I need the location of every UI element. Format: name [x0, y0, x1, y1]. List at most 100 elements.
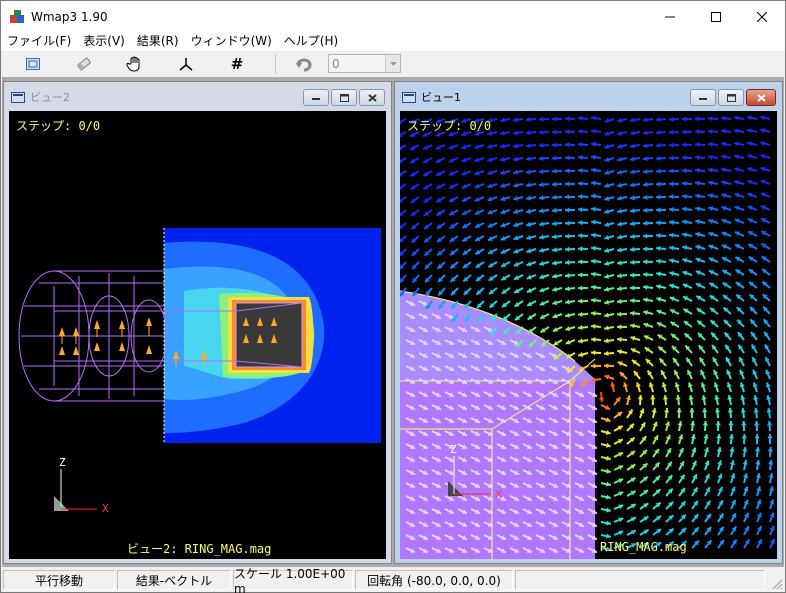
close-button[interactable]: [739, 1, 785, 32]
field-vector-head: [617, 311, 622, 317]
field-vector-head: [617, 324, 622, 330]
field-vector-head: [727, 408, 733, 413]
status-mode: 平行移動: [3, 570, 115, 590]
resize-grip-icon[interactable]: [771, 578, 783, 590]
field-vector-head: [689, 408, 695, 413]
field-vector-head: [598, 397, 605, 402]
axes-button[interactable]: [168, 53, 204, 75]
field-vector-head: [565, 142, 570, 148]
view1-caption: RING_MAG.mag: [600, 540, 687, 554]
menu-file[interactable]: ファイル(F): [1, 32, 77, 51]
eraser-button[interactable]: [66, 53, 102, 75]
field-vector-head: [565, 246, 570, 252]
field-vector-head: [591, 336, 596, 343]
field-vector-head: [682, 142, 687, 148]
field-vector-head: [591, 323, 596, 330]
field-vector-head: [578, 285, 583, 291]
view2-restore-button[interactable]: [331, 89, 357, 106]
maximize-button[interactable]: [693, 1, 739, 32]
menu-result[interactable]: 結果(R): [131, 32, 185, 51]
field-vector-head: [669, 207, 674, 213]
field-vector-head: [721, 115, 726, 121]
field-vector-head: [682, 129, 687, 135]
field-vector-head: [539, 116, 544, 122]
field-vector-head: [637, 395, 643, 400]
restore-icon: [726, 93, 736, 102]
status-scale: スケール 1.00E+00 m: [233, 567, 353, 593]
field-vector-head: [565, 259, 570, 265]
field-vector-head: [656, 245, 661, 252]
status-rotation: 回転角 (-80.0, 0.0, 0.0): [355, 570, 513, 590]
field-vector-head: [591, 363, 596, 369]
field-vector-head: [630, 310, 635, 316]
field-vector-head: [630, 298, 635, 304]
view2-window[interactable]: ビュー2 ステップ: 0/0 Z X ビュー2: RING_MAG.mag: [3, 81, 392, 564]
field-vector-head: [754, 434, 760, 439]
status-result: 結果-ベクトル: [117, 570, 231, 590]
field-vector-head: [578, 141, 583, 148]
field-vector-head: [630, 246, 635, 252]
chevron-down-icon[interactable]: [385, 55, 400, 72]
field-vector-head: [643, 233, 648, 239]
field-vector-head: [682, 180, 687, 187]
field-vector-head: [578, 311, 583, 317]
view1-window[interactable]: ビュー1 ステップ: 0/0 Z X RING_MAG.mag: [394, 81, 783, 564]
frame-button[interactable]: [15, 53, 51, 75]
field-vector-head: [682, 193, 687, 199]
menu-help[interactable]: ヘルプ(H): [278, 32, 344, 51]
field-vector-head: [676, 408, 682, 413]
title-bar[interactable]: Wmap3 1.90: [1, 1, 785, 32]
view-window-icon: [402, 91, 416, 103]
rotate-button[interactable]: [286, 53, 322, 75]
field-vector-head: [728, 434, 735, 439]
field-vector-head: [565, 194, 570, 200]
field-vector-head: [695, 167, 700, 173]
field-vector-head: [552, 181, 557, 187]
view2-minimize-button[interactable]: [303, 89, 329, 106]
minimize-icon: [699, 97, 707, 100]
field-vector-head: [702, 421, 708, 426]
view2-close-button[interactable]: [359, 89, 385, 106]
view-window-icon: [11, 91, 25, 103]
field-vector-head: [591, 297, 596, 303]
rotate-icon: [296, 58, 312, 71]
view1-minimize-button[interactable]: [690, 89, 716, 106]
grid-hash-icon: #: [230, 54, 244, 73]
view1-close-button[interactable]: [746, 89, 776, 106]
field-vector-head: [656, 142, 661, 148]
view1-viewport[interactable]: ステップ: 0/0 Z X RING_MAG.mag: [400, 111, 777, 559]
field-vector-head: [669, 116, 674, 122]
field-vector-head: [539, 195, 544, 201]
field-vector-head: [578, 194, 583, 200]
field-vector-head: [669, 129, 674, 135]
toolbar-separator: [275, 53, 276, 74]
pan-button[interactable]: [117, 53, 153, 75]
field-vector-head: [552, 207, 557, 214]
field-vector-head: [578, 167, 583, 174]
field-vector-head: [682, 168, 687, 174]
field-vector-head: [565, 272, 570, 279]
field-vector-head: [526, 130, 531, 136]
minimize-button[interactable]: [647, 1, 693, 32]
field-vector-head: [630, 208, 635, 214]
field-vector-head: [669, 219, 674, 225]
view2-titlebar[interactable]: ビュー2: [8, 86, 387, 108]
field-vector-head: [565, 233, 570, 239]
menu-view[interactable]: 表示(V): [77, 32, 131, 51]
field-vector-head: [643, 246, 648, 252]
field-vector-head: [643, 143, 648, 149]
field-vector-head: [539, 155, 544, 162]
field-vector-head: [578, 325, 583, 331]
field-vector-head: [526, 116, 531, 123]
view2-viewport[interactable]: ステップ: 0/0 Z X ビュー2: RING_MAG.mag: [9, 111, 386, 559]
field-vector-head: [578, 154, 583, 161]
field-vector-head: [708, 128, 713, 135]
field-vector-head: [682, 116, 687, 122]
field-vector-head: [669, 168, 674, 174]
grid-button[interactable]: #: [219, 53, 255, 75]
view1-restore-button[interactable]: [718, 89, 744, 106]
field-vector-head: [630, 272, 635, 278]
menu-window[interactable]: ウィンドウ(W): [185, 32, 278, 51]
view1-titlebar[interactable]: ビュー1: [399, 86, 778, 108]
step-combobox[interactable]: 0: [328, 54, 401, 73]
